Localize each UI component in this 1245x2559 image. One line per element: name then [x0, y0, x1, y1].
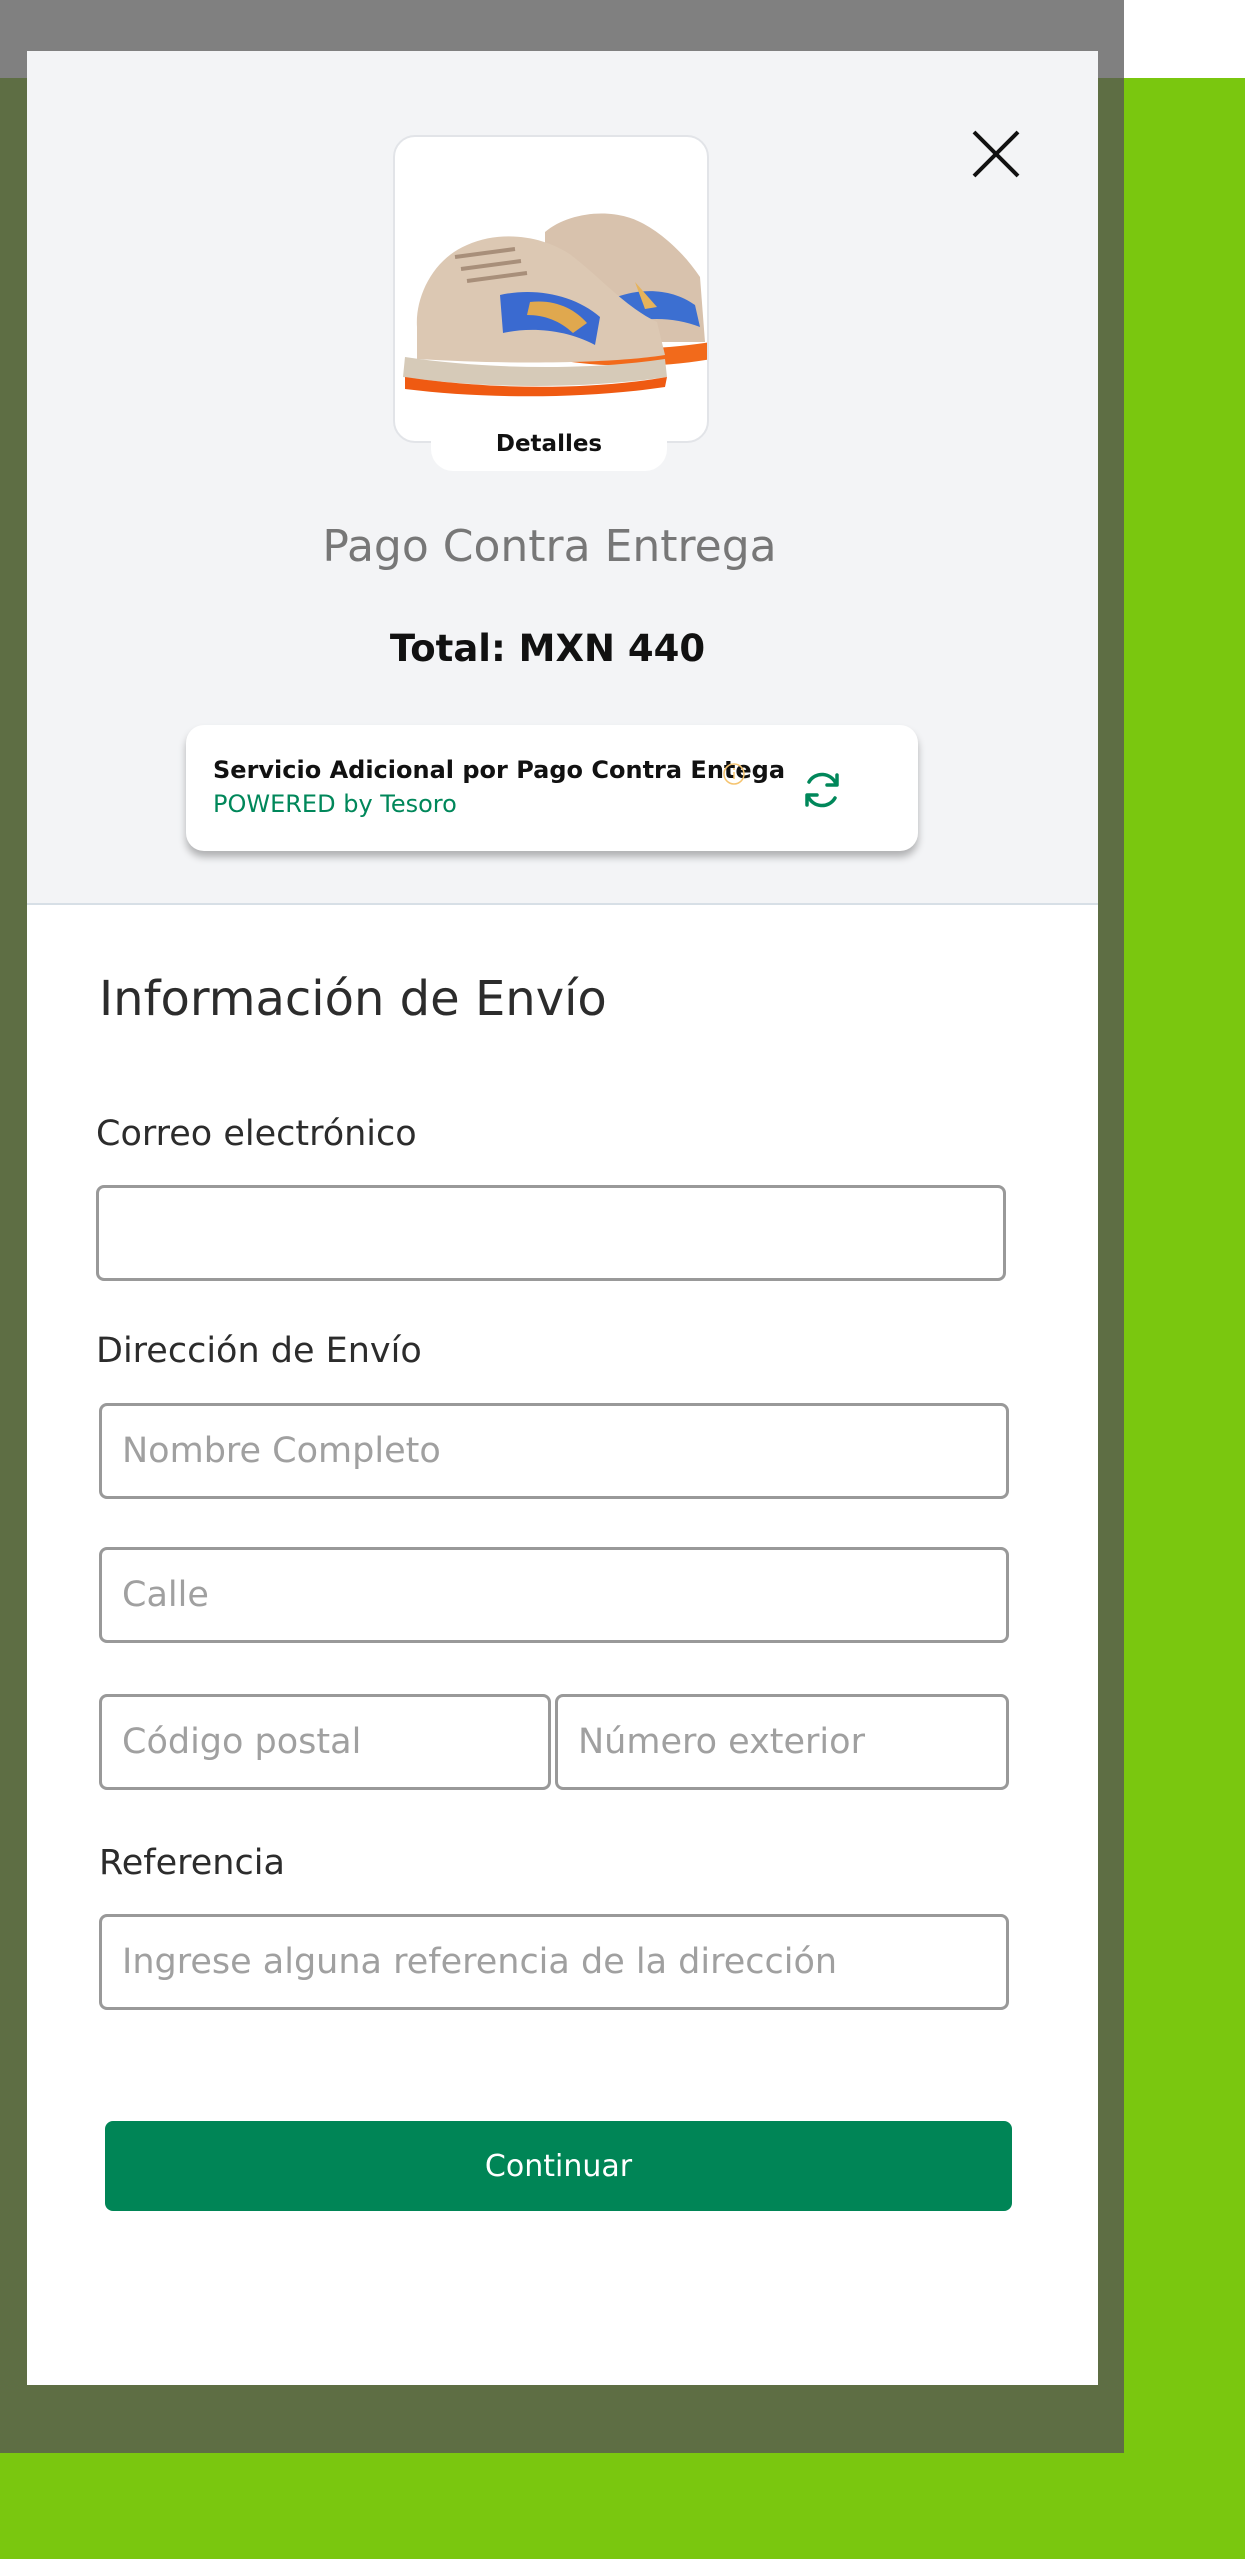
info-icon[interactable]	[722, 762, 746, 786]
close-icon	[972, 130, 1020, 178]
service-title: Servicio Adicional por Pago Contra Enteg…	[213, 756, 786, 784]
details-button[interactable]: Detalles	[431, 417, 667, 471]
product-thumbnail[interactable]	[393, 135, 709, 443]
powered-by-label: POWERED by Tesoro	[213, 790, 457, 818]
email-label: Correo electrónico	[96, 1114, 417, 1154]
checkout-modal: Detalles Pago Contra Entrega Total: MXN …	[27, 51, 1098, 2385]
page-backdrop-top	[1124, 0, 1245, 78]
shipping-info-title: Información de Envío	[99, 971, 607, 1027]
exterior-number-field[interactable]	[555, 1694, 1009, 1790]
reference-field[interactable]	[99, 1914, 1009, 2010]
full-name-field[interactable]	[99, 1403, 1009, 1499]
shipping-address-label: Dirección de Envío	[96, 1331, 422, 1371]
order-total: Total: MXN 440	[389, 627, 706, 670]
continue-button[interactable]: Continuar	[105, 2121, 1012, 2211]
modal-header: Detalles Pago Contra Entrega Total: MXN …	[27, 51, 1098, 905]
postal-code-field[interactable]	[99, 1694, 551, 1790]
close-button[interactable]	[968, 126, 1024, 182]
reference-label: Referencia	[99, 1843, 285, 1883]
street-field[interactable]	[99, 1547, 1009, 1643]
page-title: Pago Contra Entrega	[322, 521, 777, 572]
sneakers-image	[403, 213, 707, 397]
additional-service-card[interactable]: Servicio Adicional por Pago Contra Enteg…	[186, 725, 918, 851]
refresh-icon[interactable]	[800, 768, 844, 812]
email-field[interactable]	[96, 1185, 1006, 1281]
